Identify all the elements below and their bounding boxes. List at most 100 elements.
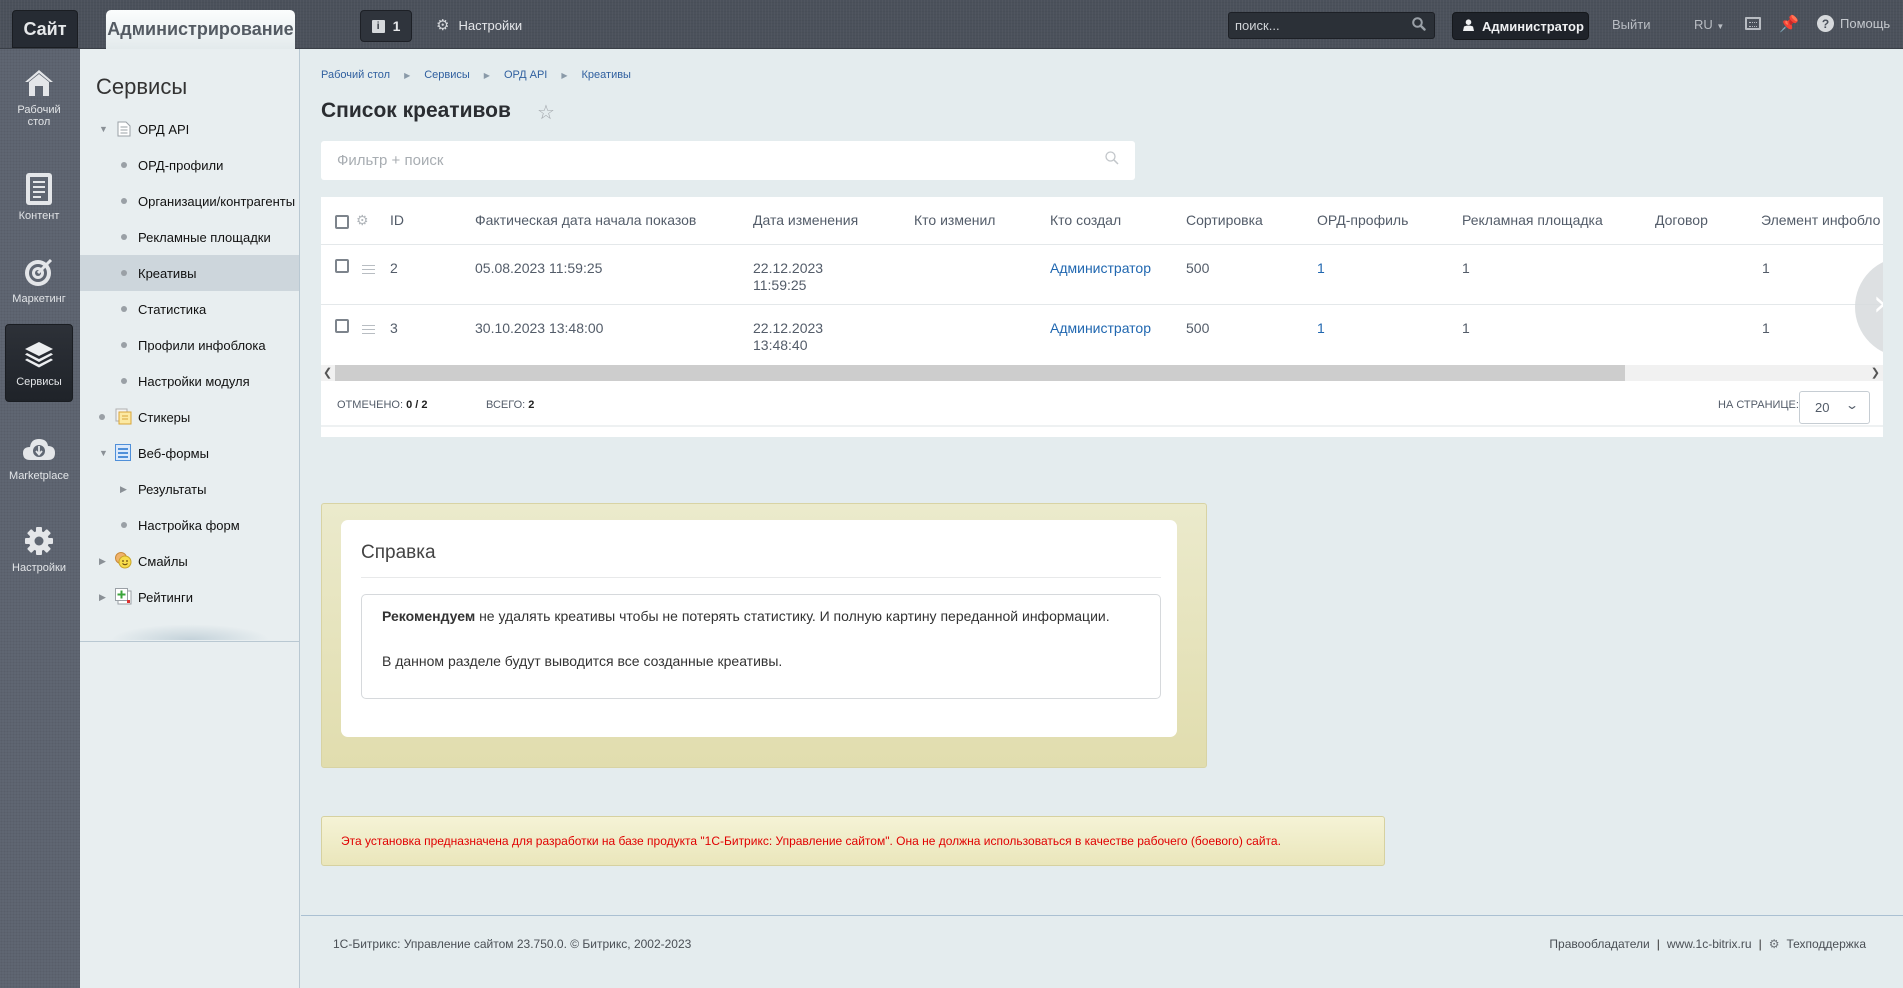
sidebar-item-iblock-profiles[interactable]: Профили инфоблока [80,327,299,363]
scroll-left-arrow-icon[interactable]: ❮ [323,366,332,379]
nav-item-settings[interactable]: Настройки [5,511,73,587]
cell-ord-profile-link[interactable]: 1 [1317,320,1325,337]
favorite-star-icon[interactable]: ☆ [537,100,555,125]
sidebar-item-ad-platforms[interactable]: Рекламные площадки [80,219,299,255]
filter-input[interactable] [337,152,1077,169]
breadcrumb-item[interactable]: Креативы [582,69,631,81]
table-row[interactable]: 2 05.08.2023 11:59:25 22.12.2023 11:59:2… [321,245,1883,305]
help-label: Помощь [1840,16,1891,31]
sidebar-item-label: Рейтинги [138,589,193,605]
logout-link[interactable]: Выйти [1612,17,1651,32]
sidebar-item-creatives[interactable]: Креативы [80,255,299,291]
search-icon[interactable] [1412,17,1426,34]
document-icon [22,172,56,206]
column-header-created-by[interactable]: Кто создал [1050,212,1121,229]
collapsed-arrow-icon[interactable]: ▶ [99,592,106,603]
cell-id: 2 [390,260,398,276]
nav-item-desktop[interactable]: Рабочий стол [5,59,73,135]
pin-icon[interactable]: 📌 [1779,14,1799,34]
collapsed-arrow-icon[interactable]: ▶ [99,556,106,567]
nav-item-services[interactable]: Сервисы [5,324,73,402]
sidebar-item-smileys[interactable]: ▶ Смайлы [80,543,299,579]
help-card: Справка Рекомендуем не удалять креативы … [341,520,1177,737]
column-header-sort[interactable]: Сортировка [1186,212,1263,229]
help-text: не удалять креативы чтобы не потерять ст… [475,608,1110,624]
search-input[interactable] [1235,18,1405,33]
user-icon [1463,18,1474,34]
grid-settings-gear-icon[interactable]: ⚙ [356,212,369,229]
sidebar-item-label: Настройка форм [138,517,240,533]
per-page-select[interactable]: 20 ⌄ [1799,391,1870,424]
sidebar: Сервисы ▼ ОРД API ОРД-профили Организаци… [80,49,300,988]
breadcrumb-item[interactable]: Рабочий стол [321,69,390,81]
collapsed-arrow-icon[interactable]: ▶ [120,484,127,495]
expanded-arrow-icon[interactable]: ▼ [99,448,108,458]
language-selector[interactable]: RU ▼ [1694,17,1724,32]
sidebar-item-webforms[interactable]: ▼ Веб-формы [80,435,299,471]
row-actions-menu-icon[interactable] [362,325,375,334]
footer-link-rights[interactable]: Правообладатели [1549,937,1649,951]
site-tab[interactable]: Сайт [12,10,78,48]
breadcrumb-item[interactable]: ОРД API [504,69,547,81]
nav-item-marketing[interactable]: Маркетинг [5,242,73,318]
sidebar-divider [80,641,299,642]
settings-link[interactable]: ⚙ Настройки [436,14,522,36]
sidebar-item-stickers[interactable]: Стикеры [80,399,299,435]
breadcrumb: Рабочий стол ▶ Сервисы ▶ ОРД API ▶ Креат… [321,69,631,81]
row-actions-menu-icon[interactable] [362,265,375,274]
sticker-icon [115,408,132,425]
column-header-iblock-element[interactable]: Элемент инфобло [1761,212,1880,229]
bullet-icon [121,342,127,348]
home-icon [22,66,56,100]
copyright: 1С-Битрикс: Управление сайтом 23.750.0. … [333,937,692,951]
cell-created-by-link[interactable]: Администратор [1050,260,1151,277]
expanded-arrow-icon[interactable]: ▼ [99,124,108,134]
row-checkbox[interactable] [335,259,349,273]
cell-ord-profile-link[interactable]: 1 [1317,260,1325,277]
footer-link-site[interactable]: www.1c-bitrix.ru [1667,937,1752,951]
sidebar-item-ord-api[interactable]: ▼ ОРД API [80,111,299,147]
notifications-button[interactable]: i 1 [360,10,412,42]
column-header-id[interactable]: ID [390,212,404,229]
nav-item-content[interactable]: Контент [5,159,73,235]
column-header-modified-date[interactable]: Дата изменения [753,212,858,229]
cell-created-by-link[interactable]: Администратор [1050,320,1151,337]
horizontal-scrollbar[interactable]: ❮ ❯ [321,365,1883,381]
bullet-icon [121,306,127,312]
creatives-grid: ⚙ ID Фактическая дата начала показов Дат… [321,197,1883,437]
scroll-right-arrow-icon[interactable]: ❯ [1871,366,1880,379]
footer-separator: | [1656,937,1660,951]
scrollbar-thumb[interactable] [335,365,1625,381]
sidebar-item-results[interactable]: ▶ Результаты [80,471,299,507]
admin-tab[interactable]: Администрирование [106,10,295,49]
sidebar-item-ratings[interactable]: ▶ Рейтинги [80,579,299,615]
table-row[interactable]: 3 30.10.2023 13:48:00 22.12.2023 13:48:4… [321,305,1883,355]
gear-icon [22,524,56,558]
keyboard-icon[interactable] [1745,17,1761,30]
sidebar-item-organizations[interactable]: Организации/контрагенты [80,183,299,219]
filter-bar [321,141,1135,180]
help-body: Рекомендуем не удалять креативы чтобы не… [361,594,1161,699]
per-page-label: НА СТРАНИЦЕ: [1718,399,1799,411]
sidebar-item-module-settings[interactable]: Настройки модуля [80,363,299,399]
sidebar-item-ord-profiles[interactable]: ОРД-профили [80,147,299,183]
column-header-ord-profile[interactable]: ОРД-профиль [1317,212,1408,229]
search-icon[interactable] [1105,151,1119,169]
column-header-contract[interactable]: Договор [1655,212,1708,229]
nav-item-marketplace[interactable]: Marketplace [5,419,73,495]
breadcrumb-item[interactable]: Сервисы [424,69,470,81]
help-paragraph: Рекомендуем не удалять креативы чтобы не… [382,607,1140,625]
sidebar-item-label: Профили инфоблока [138,337,266,353]
language-value: RU [1694,17,1713,32]
user-menu-button[interactable]: Администратор [1452,12,1589,40]
sidebar-item-form-settings[interactable]: Настройка форм [80,507,299,543]
select-all-checkbox[interactable] [335,215,349,229]
sidebar-item-statistics[interactable]: Статистика [80,291,299,327]
help-link[interactable]: ? Помощь [1817,15,1890,32]
column-header-modified-by[interactable]: Кто изменил [914,212,995,229]
column-header-ad-platform[interactable]: Рекламная площадка [1462,212,1603,229]
column-header-start-date[interactable]: Фактическая дата начала показов [475,212,696,229]
help-panel: Справка Рекомендуем не удалять креативы … [321,503,1207,768]
footer-link-support[interactable]: Техподдержка [1786,937,1866,951]
row-checkbox[interactable] [335,319,349,333]
